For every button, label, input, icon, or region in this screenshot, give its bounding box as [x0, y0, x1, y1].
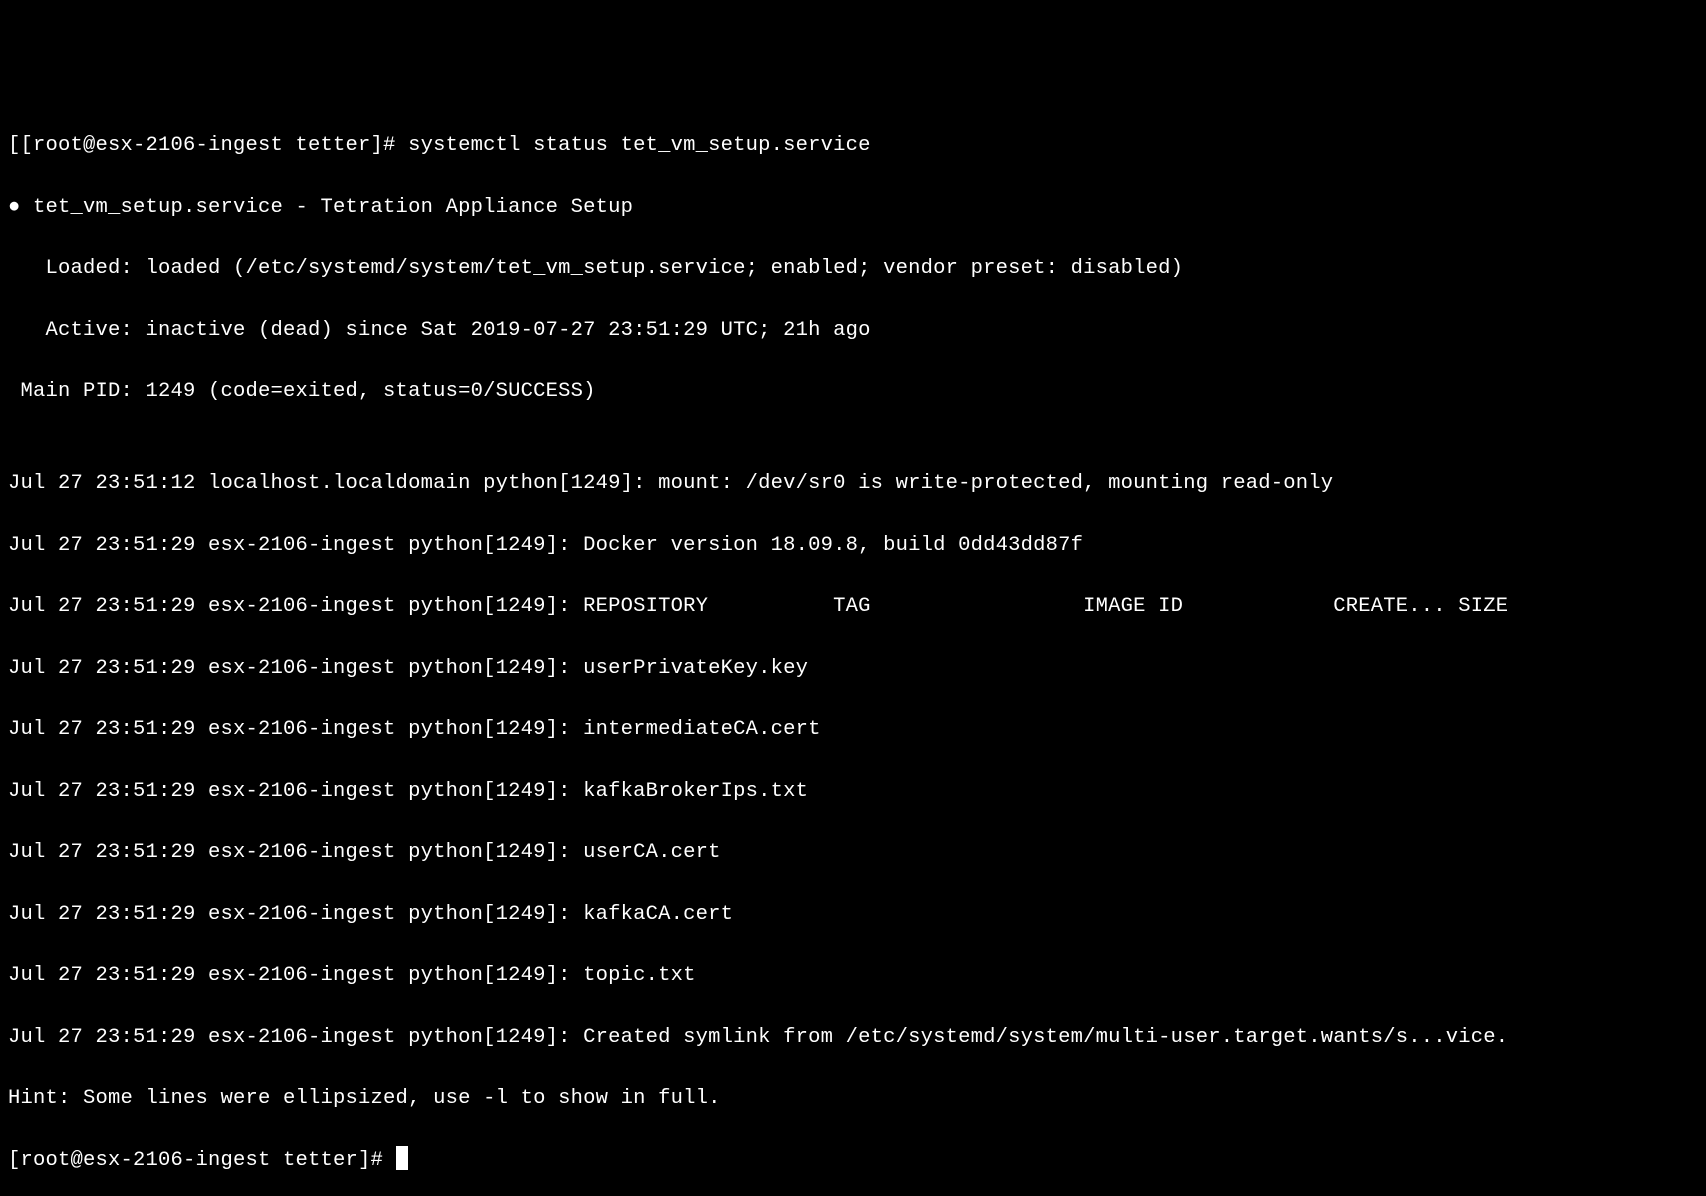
loaded-line: Loaded: loaded (/etc/systemd/system/tet_… — [8, 254, 1698, 285]
log-line: Jul 27 23:51:29 esx-2106-ingest python[1… — [8, 961, 1698, 992]
prompt-line-2[interactable]: [root@esx-2106-ingest tetter]# — [8, 1146, 1698, 1177]
prompt-line-1: [[root@esx-2106-ingest tetter]# systemct… — [8, 131, 1698, 162]
shell-prompt: [root@esx-2106-ingest tetter]# — [8, 1149, 396, 1172]
shell-prompt: [[root@esx-2106-ingest tetter]# — [8, 134, 408, 157]
active-line: Active: inactive (dead) since Sat 2019-0… — [8, 316, 1698, 347]
log-line: Jul 27 23:51:29 esx-2106-ingest python[1… — [8, 592, 1698, 623]
command-text: systemctl status tet_vm_setup.service — [408, 134, 871, 157]
log-line: Jul 27 23:51:29 esx-2106-ingest python[1… — [8, 900, 1698, 931]
log-line: Jul 27 23:51:29 esx-2106-ingest python[1… — [8, 777, 1698, 808]
log-line: Jul 27 23:51:29 esx-2106-ingest python[1… — [8, 531, 1698, 562]
main-pid-line: Main PID: 1249 (code=exited, status=0/SU… — [8, 377, 1698, 408]
hint-line: Hint: Some lines were ellipsized, use -l… — [8, 1084, 1698, 1115]
log-line: Jul 27 23:51:29 esx-2106-ingest python[1… — [8, 715, 1698, 746]
log-line: Jul 27 23:51:29 esx-2106-ingest python[1… — [8, 654, 1698, 685]
log-line: Jul 27 23:51:29 esx-2106-ingest python[1… — [8, 1023, 1698, 1054]
log-line: Jul 27 23:51:29 esx-2106-ingest python[1… — [8, 838, 1698, 869]
cursor-icon — [396, 1146, 408, 1170]
log-line: Jul 27 23:51:12 localhost.localdomain py… — [8, 469, 1698, 500]
service-unit-line: ● tet_vm_setup.service - Tetration Appli… — [8, 193, 1698, 224]
